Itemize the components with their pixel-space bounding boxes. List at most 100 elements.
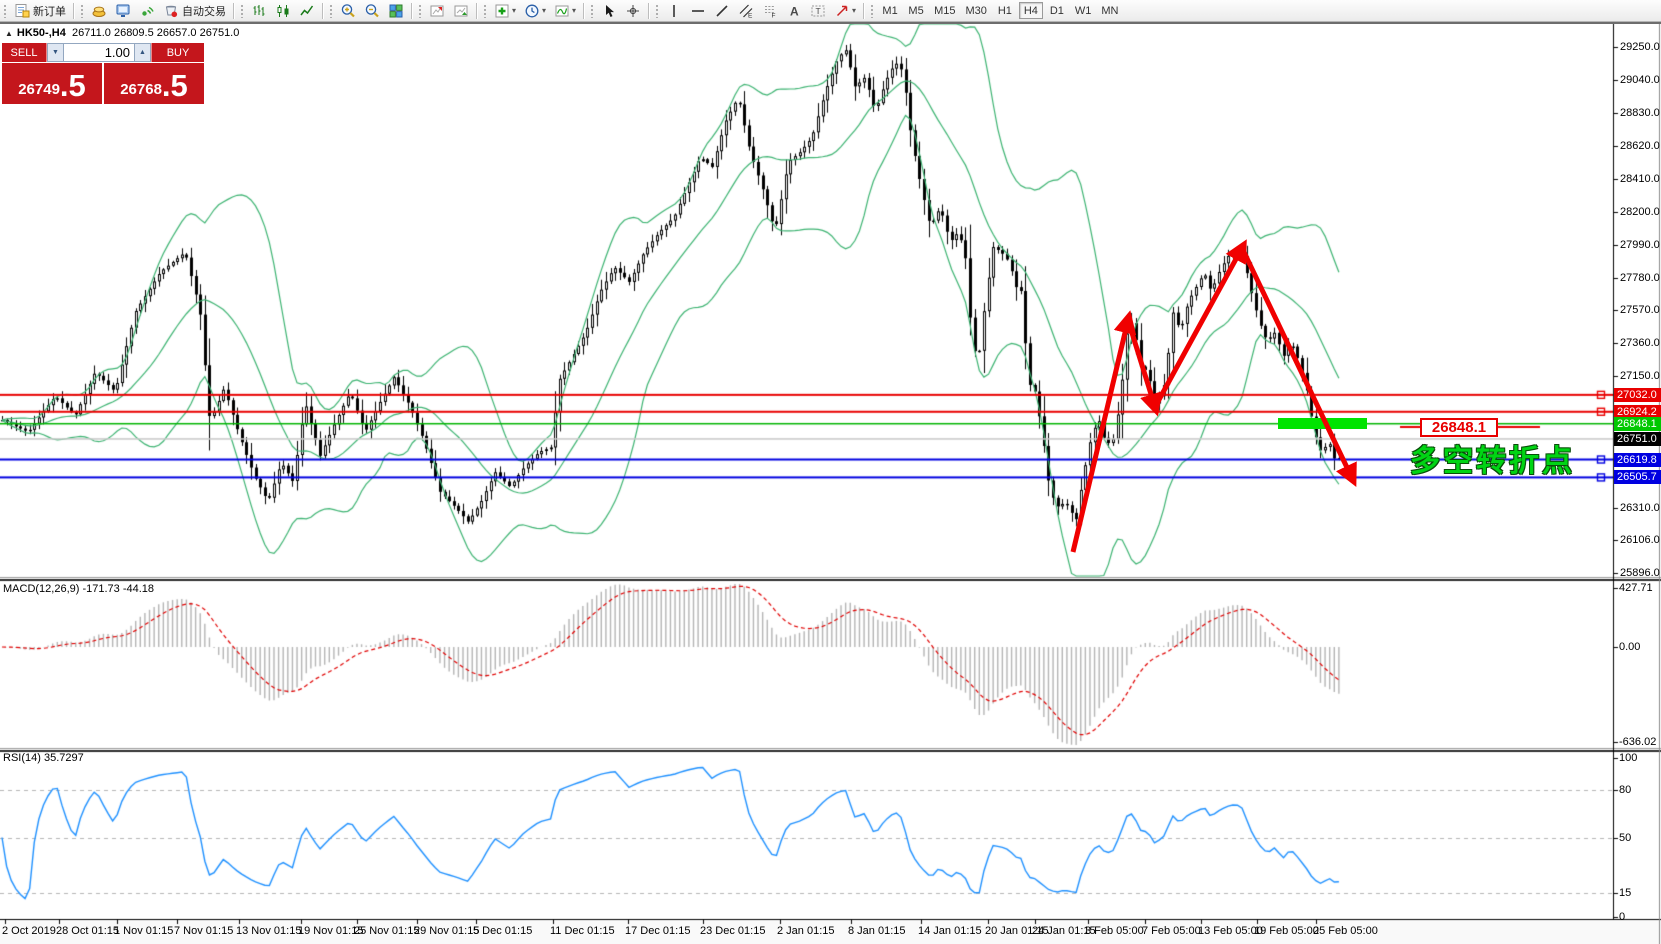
date-axis-label: 8 Jan 01:15 — [848, 925, 906, 937]
toolbar-drag-handle[interactable] — [240, 4, 245, 18]
fibonacci-icon: F — [762, 3, 778, 19]
chart-symbol: HK50-,H4 — [17, 27, 66, 39]
chart-ohlc: 26711.0 26809.5 26657.0 26751.0 — [72, 27, 239, 39]
periods-button[interactable]: ▾ — [521, 1, 549, 20]
candlestick-chart-icon — [275, 3, 291, 19]
chart-shift-button[interactable] — [426, 1, 448, 20]
zoom-in-icon — [340, 3, 356, 19]
toolbar-separator — [322, 3, 323, 19]
signals-button[interactable] — [136, 1, 158, 20]
highlight-rectangle[interactable] — [1278, 418, 1367, 429]
hline-button[interactable] — [687, 1, 709, 20]
window-border — [0, 22, 1661, 24]
rsi-scale-label: 50 — [1619, 832, 1631, 844]
timeframe-d1-button[interactable]: D1 — [1045, 2, 1069, 19]
bar-chart-button[interactable] — [248, 1, 270, 20]
label-button[interactable]: T — [807, 1, 829, 20]
rsi-indicator-label: RSI(14) 35.7297 — [3, 752, 84, 764]
lot-increase-button[interactable]: ▲ — [134, 43, 151, 62]
toolbar-drag-handle[interactable] — [655, 4, 660, 18]
date-axis-label: 14 Jan 01:15 — [918, 925, 982, 937]
date-axis-label: 23 Dec 01:15 — [700, 925, 765, 937]
trendline-button[interactable] — [711, 1, 733, 20]
toolbar-drag-handle[interactable] — [80, 4, 85, 18]
zoom-out-button[interactable] — [361, 1, 383, 20]
price-axis-label: 27150.0 — [1620, 370, 1660, 382]
lot-decrease-button[interactable]: ▼ — [47, 43, 64, 62]
dropdown-arrow-icon[interactable]: ▾ — [512, 6, 516, 15]
toolbar-drag-handle[interactable] — [3, 4, 8, 18]
price-callout-label[interactable]: 26848.1 — [1420, 418, 1498, 437]
text-icon: A — [786, 3, 802, 19]
cursor-button[interactable] — [598, 1, 620, 20]
price-axis-label: 27360.0 — [1620, 337, 1660, 349]
timeframe-h4-button[interactable]: H4 — [1019, 2, 1043, 19]
timeframe-h1-button[interactable]: H1 — [993, 2, 1017, 19]
chart-shift-icon — [429, 3, 445, 19]
line-chart-button[interactable] — [296, 1, 318, 20]
autotrading-button[interactable]: 自动交易 — [160, 1, 229, 20]
date-axis-label: 2 Oct 2019 — [2, 925, 56, 937]
toolbar-separator — [233, 3, 234, 19]
signals-icon — [139, 3, 155, 19]
price-line-label: 26751.0 — [1614, 432, 1661, 446]
dropdown-arrow-icon[interactable]: ▾ — [572, 6, 576, 15]
date-axis-label: 25 Feb 05:00 — [1313, 925, 1378, 937]
toolbar-button-label: 自动交易 — [182, 3, 226, 19]
lot-size-input[interactable] — [64, 43, 134, 62]
dropdown-arrow-icon[interactable]: ▾ — [542, 6, 546, 15]
templates-button[interactable]: ▾ — [551, 1, 579, 20]
date-axis-label: 13 Nov 01:15 — [236, 925, 301, 937]
crosshair-button[interactable] — [622, 1, 644, 20]
toolbar-drag-handle[interactable] — [483, 4, 488, 18]
sell-button[interactable]: SELL — [2, 43, 47, 62]
toolbar-drag-handle[interactable] — [870, 4, 875, 18]
candlestick-chart-button[interactable] — [272, 1, 294, 20]
date-axis-label: 17 Dec 01:15 — [625, 925, 690, 937]
dropdown-arrow-icon[interactable]: ▾ — [852, 6, 856, 15]
timeframe-m30-button[interactable]: M30 — [961, 2, 990, 19]
text-button[interactable]: A — [783, 1, 805, 20]
toolbar-separator — [648, 3, 649, 19]
date-axis-label: 7 Nov 01:15 — [174, 925, 233, 937]
vline-button[interactable] — [663, 1, 685, 20]
templates-icon — [554, 3, 570, 19]
label-icon: T — [810, 3, 826, 19]
toolbar-button-label: 新订单 — [33, 3, 66, 19]
shapes-button[interactable]: ▾ — [831, 1, 859, 20]
buy-button[interactable]: BUY — [151, 43, 204, 62]
collapse-icon[interactable]: ▲ — [5, 29, 13, 38]
toolbar-drag-handle[interactable] — [418, 4, 423, 18]
line-chart-icon — [299, 3, 315, 19]
new-order-icon — [14, 3, 30, 19]
timeframe-m15-button[interactable]: M15 — [930, 2, 959, 19]
add-indicator-button[interactable]: ▾ — [491, 1, 519, 20]
zoom-in-button[interactable] — [337, 1, 359, 20]
date-axis-label: 19 Feb 05:00 — [1254, 925, 1319, 937]
price-axis-label: 28620.0 — [1620, 140, 1660, 152]
price-axis-label: 29250.0 — [1620, 41, 1660, 53]
macd-scale-label: 427.71 — [1619, 582, 1653, 594]
date-axis-label: 7 Feb 05:00 — [1142, 925, 1201, 937]
timeframe-mn-button[interactable]: MN — [1097, 2, 1122, 19]
auto-scroll-button[interactable] — [450, 1, 472, 20]
market-watch-button[interactable] — [112, 1, 134, 20]
buy-price[interactable]: 26768 .5 — [104, 63, 204, 104]
price-axis-label: 27570.0 — [1620, 304, 1660, 316]
chevron-down-icon: ▼ — [52, 49, 59, 56]
gold-button[interactable] — [88, 1, 110, 20]
rsi-scale-label: 80 — [1619, 784, 1631, 796]
timeframe-m5-button[interactable]: M5 — [904, 2, 928, 19]
toolbar-drag-handle[interactable] — [329, 4, 334, 18]
sell-price[interactable]: 26749 .5 — [2, 63, 102, 104]
toolbar-drag-handle[interactable] — [590, 4, 595, 18]
channel-button[interactable]: E — [735, 1, 757, 20]
turning-point-annotation[interactable]: 多空转折点 — [1410, 436, 1575, 480]
timeframe-m1-button[interactable]: M1 — [878, 2, 902, 19]
date-axis-label: 25 Nov 01:15 — [354, 925, 419, 937]
tile-windows-button[interactable] — [385, 1, 407, 20]
new-order-button[interactable]: 新订单 — [11, 1, 69, 20]
timeframe-w1-button[interactable]: W1 — [1071, 2, 1096, 19]
fibonacci-button[interactable]: F — [759, 1, 781, 20]
toolbar-separator — [583, 3, 584, 19]
